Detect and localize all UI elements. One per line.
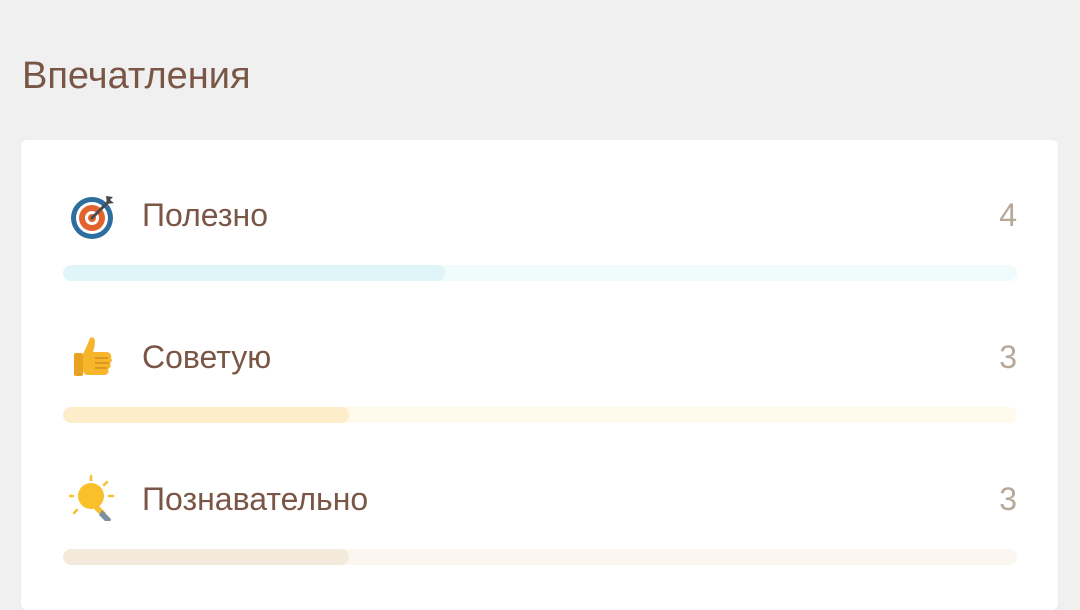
impression-label: Полезно: [142, 197, 268, 233]
impression-row-informative[interactable]: Познавательно 3: [21, 424, 1058, 566]
impression-row-useful[interactable]: Полезно 4: [21, 140, 1058, 282]
impression-count: 4: [999, 197, 1017, 233]
section-title: Впечатления: [22, 55, 251, 97]
impression-label: Познавательно: [142, 481, 369, 517]
impression-bar-fill: [63, 407, 350, 423]
thumbs-up-icon: [69, 332, 119, 382]
impression-count: 3: [999, 339, 1017, 375]
impressions-card: Полезно 4 Советую 3 Познавательно 3: [21, 140, 1058, 610]
impression-bar-track: [63, 549, 1017, 565]
impression-bar-track: [63, 265, 1017, 281]
impression-bar-fill: [63, 549, 350, 565]
impression-bar-track: [63, 407, 1017, 423]
impression-row-recommend[interactable]: Советую 3: [21, 282, 1058, 424]
impression-bar-fill: [63, 265, 445, 281]
impression-label: Советую: [142, 339, 272, 375]
target-icon: [69, 190, 119, 240]
impression-count: 3: [999, 481, 1017, 517]
lightbulb-icon: [69, 474, 119, 524]
